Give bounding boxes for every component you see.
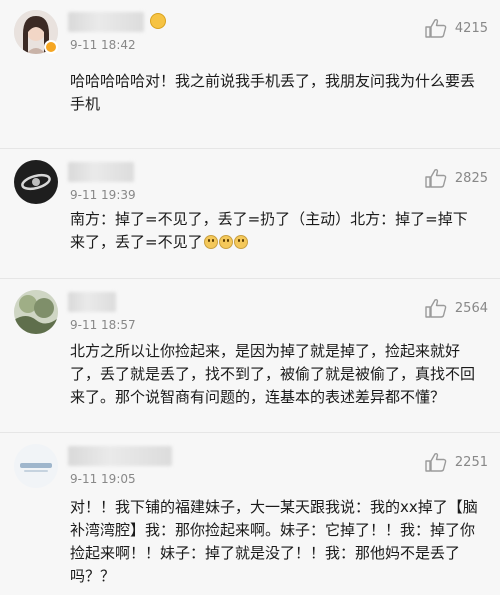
divider — [0, 148, 500, 149]
comment-item: 9-11 19:05 2251 对！！我下铺的福建妹子，大一某天跟我说：我的xx… — [0, 434, 500, 595]
emoji-badge-icon — [150, 13, 166, 29]
verified-badge-icon — [44, 40, 58, 54]
username-redacted — [68, 12, 144, 32]
comment-text: 对！！我下铺的福建妹子，大一某天跟我说：我的xx掉了【脑补湾湾腔】我：那你捡起来… — [70, 498, 478, 585]
divider — [0, 432, 500, 433]
like-button[interactable]: 2825 — [425, 168, 488, 188]
like-count: 4215 — [454, 20, 488, 36]
thumbs-up-icon — [425, 452, 447, 472]
divider — [0, 278, 500, 279]
like-count: 2825 — [454, 170, 488, 186]
thumbs-up-icon — [425, 298, 447, 318]
comment-item: 9-11 18:57 2564 北方之所以让你捡起来，是因为掉了就是掉了，捡起来… — [0, 280, 500, 432]
comment-item: 9-11 19:39 2825 南方：掉了=不见了，丢了=扔了（主动）北方：掉了… — [0, 150, 500, 278]
like-count: 2564 — [454, 300, 488, 316]
comment-text-content: 南方：掉了=不见了，丢了=扔了（主动）北方：掉了=掉下来了，丢了=不见了 — [70, 210, 468, 251]
username-redacted — [68, 446, 172, 466]
avatar[interactable] — [14, 290, 58, 334]
comment-item: 9-11 18:42 4215 哈哈哈哈哈对！我之前说我手机丢了，我朋友问我为什… — [0, 0, 500, 148]
username-redacted — [68, 162, 134, 182]
username-redacted — [68, 292, 116, 312]
like-count: 2251 — [454, 454, 488, 470]
emoji-icon — [203, 235, 218, 249]
comment-time: 9-11 18:57 — [70, 318, 136, 332]
comment-time: 9-11 19:39 — [70, 188, 136, 202]
thumbs-up-icon — [425, 168, 447, 188]
comment-text: 哈哈哈哈哈对！我之前说我手机丢了，我朋友问我为什么要丢手机 — [70, 72, 476, 113]
comment-time: 9-11 19:05 — [70, 472, 136, 486]
comment-text: 南方：掉了=不见了，丢了=扔了（主动）北方：掉了=掉下来了，丢了=不见了 — [70, 208, 480, 254]
like-button[interactable]: 4215 — [425, 18, 488, 38]
emoji-icon — [233, 235, 248, 249]
comment-text: 北方之所以让你捡起来，是因为掉了就是掉了，捡起来就好了，丢了就是丢了，找不到了，… — [70, 342, 476, 406]
like-button[interactable]: 2564 — [425, 298, 488, 318]
emoji-icon — [218, 235, 233, 249]
like-button[interactable]: 2251 — [425, 452, 488, 472]
avatar[interactable] — [14, 160, 58, 204]
comment-time: 9-11 18:42 — [70, 38, 136, 52]
comment-list: 9-11 18:42 4215 哈哈哈哈哈对！我之前说我手机丢了，我朋友问我为什… — [0, 0, 500, 595]
thumbs-up-icon — [425, 18, 447, 38]
avatar[interactable] — [14, 444, 58, 488]
